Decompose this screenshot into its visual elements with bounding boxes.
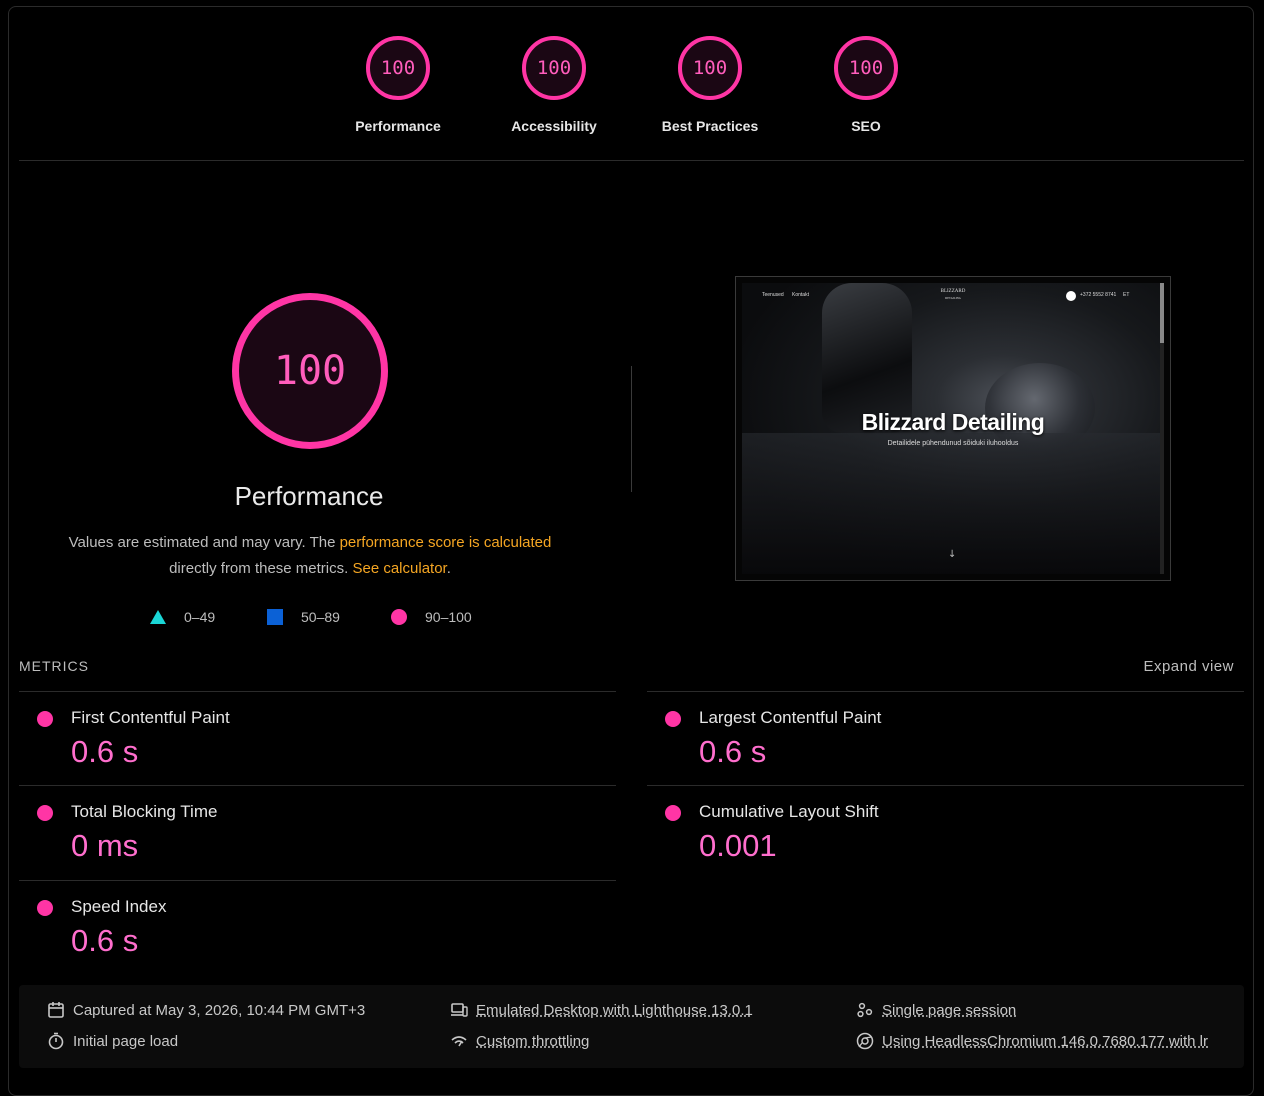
legend-range: 50–89 [301, 609, 340, 625]
gauge-label: SEO [851, 118, 881, 134]
devices-icon [451, 1003, 468, 1017]
metric-value: 0.6 s [71, 923, 139, 958]
expand-view-toggle[interactable]: Expand view [1143, 658, 1234, 675]
circle-icon [391, 609, 407, 625]
pass-circle-icon [37, 900, 53, 916]
performance-gauge: 100 [232, 293, 388, 449]
session-icon [857, 1002, 873, 1018]
captured-at: Captured at May 3, 2026, 10:44 PM GMT+3 [47, 1001, 365, 1019]
score-calculated-link[interactable]: performance score is calculated [340, 534, 552, 551]
metric-fcp: First Contentful Paint 0.6 s [19, 691, 616, 785]
metric-value: 0.6 s [699, 734, 767, 769]
site-phone: +372 5552 8741 [1080, 292, 1117, 298]
metric-cls: Cumulative Layout Shift 0.001 [647, 785, 1244, 879]
gauge-score: 100 [536, 57, 572, 79]
desc-text: . [446, 560, 451, 577]
metrics-header: METRICS [19, 658, 89, 674]
site-lang: ET [1123, 292, 1130, 298]
performance-score: 100 [273, 348, 347, 394]
gauge-best-practices[interactable]: 100 Best Practices [632, 36, 788, 134]
metric-name: First Contentful Paint [71, 708, 230, 727]
vertical-divider [631, 366, 632, 492]
screenshot-scrollbar [1160, 283, 1164, 574]
emulated-device[interactable]: Emulated Desktop with Lighthouse 13.0.1 [450, 1001, 753, 1019]
metric-si: Speed Index 0.6 s [19, 880, 616, 974]
pass-circle-icon [37, 805, 53, 821]
legend-range: 0–49 [184, 609, 216, 625]
pass-circle-icon [665, 805, 681, 821]
screenshot-image: Teenused Kontakt BLIZZARD DETAILING +372… [742, 283, 1164, 574]
gauge-accessibility[interactable]: 100 Accessibility [476, 36, 632, 134]
metric-tbt: Total Blocking Time 0 ms [19, 785, 616, 879]
gauge-performance[interactable]: 100 Performance [320, 36, 476, 134]
desc-text: directly from these metrics. [169, 560, 353, 577]
gauge-label: Best Practices [661, 118, 759, 134]
legend-fail: 0–49 [150, 609, 215, 625]
page-load-mode: Initial page load [47, 1032, 178, 1050]
gauge-label: Accessibility [511, 118, 597, 134]
gauge-score: 100 [848, 57, 884, 79]
legend-average: 50–89 [267, 609, 340, 625]
gauge-ring: 100 [834, 36, 898, 100]
see-calculator-link[interactable]: See calculator [352, 560, 446, 577]
gauge-ring: 100 [522, 36, 586, 100]
phone-icon [1066, 291, 1076, 301]
divider [19, 160, 1244, 161]
browser-version[interactable]: Using HeadlessChromium 146.0.7680.177 wi… [856, 1032, 1208, 1050]
browser-text: Using HeadlessChromium 146.0.7680.177 wi… [882, 1032, 1209, 1050]
gauge-score: 100 [692, 57, 728, 79]
performance-description: Values are estimated and may vary. The p… [40, 530, 580, 582]
gauge-label: Performance [355, 118, 441, 134]
performance-title: Performance [234, 481, 384, 511]
metric-value: 0 ms [71, 828, 139, 863]
session-text: Single page session [882, 1001, 1017, 1019]
captured-text: Captured at May 3, 2026, 10:44 PM GMT+3 [73, 1001, 366, 1019]
metric-value: 0.001 [699, 828, 777, 863]
triangle-icon [150, 610, 166, 624]
calendar-icon [48, 1002, 64, 1018]
site-subtitle: Detailidele pühendunud sõiduki iluhooldu… [887, 440, 1019, 447]
gauge-score: 100 [380, 57, 416, 79]
logo-line: DETAILING [945, 296, 961, 300]
page-load-text: Initial page load [73, 1032, 179, 1050]
stopwatch-icon [48, 1032, 64, 1050]
pass-circle-icon [665, 711, 681, 727]
gauge-seo[interactable]: 100 SEO [788, 36, 944, 134]
session-type[interactable]: Single page session [856, 1001, 1016, 1019]
emulated-text: Emulated Desktop with Lighthouse 13.0.1 [476, 1001, 753, 1019]
site-nav-item: Teenused [762, 292, 784, 298]
metric-lcp: Largest Contentful Paint 0.6 s [647, 691, 1244, 785]
scroll-down-icon: ↓ [948, 549, 957, 560]
runtime-settings: Captured at May 3, 2026, 10:44 PM GMT+3 … [19, 985, 1244, 1068]
metric-name: Largest Contentful Paint [699, 708, 882, 727]
legend-range: 90–100 [425, 609, 472, 625]
site-logo: BLIZZARD DETAILING [935, 289, 971, 301]
metric-name: Speed Index [71, 897, 167, 916]
gauge-ring: 100 [366, 36, 430, 100]
metric-name: Total Blocking Time [71, 802, 218, 821]
throttling[interactable]: Custom throttling [450, 1032, 589, 1050]
pass-circle-icon [37, 711, 53, 727]
gauge-ring: 100 [678, 36, 742, 100]
site-nav-item: Kontakt [792, 292, 809, 298]
metric-value: 0.6 s [71, 734, 139, 769]
square-icon [267, 609, 283, 625]
category-gauges: 100 Performance 100 Accessibility 100 Be… [320, 36, 944, 146]
site-title: Blizzard Detailing [861, 409, 1045, 435]
throttling-text: Custom throttling [476, 1032, 590, 1050]
desc-text: Values are estimated and may vary. The [68, 534, 340, 551]
wifi-icon [451, 1036, 467, 1047]
chrome-icon [856, 1032, 874, 1050]
final-screenshot[interactable]: Teenused Kontakt BLIZZARD DETAILING +372… [735, 276, 1171, 581]
legend-pass: 90–100 [391, 609, 472, 625]
metric-name: Cumulative Layout Shift [699, 802, 879, 821]
